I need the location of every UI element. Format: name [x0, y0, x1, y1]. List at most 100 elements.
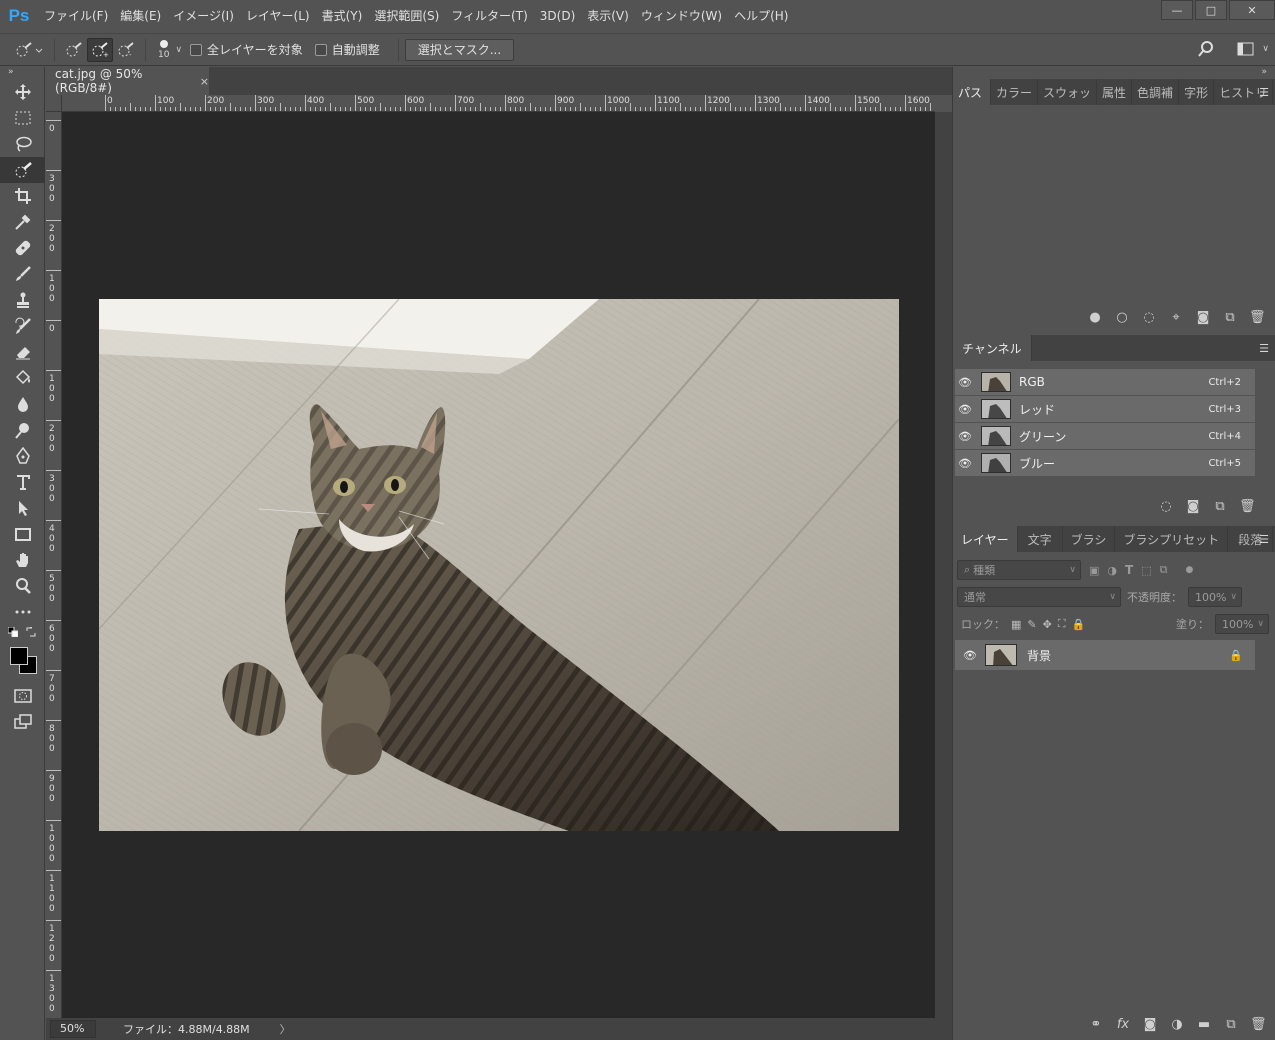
tab-swatches[interactable]: スウォッ: [1038, 79, 1098, 105]
horizontal-ruler[interactable]: 0 100 200 300 400 500 600 700 800 900 1000 1100 1200…: [62, 95, 935, 112]
shape-filter-icon[interactable]: ⬚: [1141, 564, 1151, 577]
channel-row-green[interactable]: 👁 グリーン Ctrl+4: [955, 423, 1255, 449]
menu-file[interactable]: ファイル(F): [38, 0, 114, 32]
edit-toolbar-button[interactable]: [0, 599, 45, 625]
load-channel-selection-icon[interactable]: ◌: [1158, 499, 1174, 514]
layer-style-fx-icon[interactable]: fx: [1115, 1017, 1131, 1032]
close-document-icon[interactable]: ×: [200, 75, 209, 88]
swap-colors-icon[interactable]: [26, 627, 36, 637]
blend-mode-select[interactable]: 通常 ∨: [957, 587, 1121, 607]
eye-icon[interactable]: 👁: [955, 649, 985, 662]
search-icon[interactable]: [1197, 40, 1215, 61]
close-window-button[interactable]: ✕: [1229, 0, 1275, 20]
toolbar-grip-icon[interactable]: »: [0, 67, 44, 79]
tab-channels[interactable]: チャンネル: [953, 335, 1032, 361]
path-selection-tool[interactable]: [0, 495, 45, 521]
tab-properties[interactable]: 属性: [1097, 79, 1133, 105]
subtract-from-selection-brush-button[interactable]: -: [113, 38, 139, 62]
auto-enhance-option[interactable]: 自動調整: [314, 41, 380, 58]
tool-preset-picker[interactable]: [10, 38, 48, 62]
lock-all-icon[interactable]: 🔒: [1072, 618, 1086, 631]
vertical-scrollbar[interactable]: [935, 112, 952, 1018]
menu-help[interactable]: ヘルプ(H): [728, 0, 794, 32]
lock-artboard-icon[interactable]: ⛶: [1058, 617, 1066, 631]
quick-selection-tool[interactable]: [0, 157, 45, 183]
delete-path-icon[interactable]: 🗑: [1249, 310, 1266, 325]
tab-glyphs[interactable]: 字形: [1179, 79, 1215, 105]
delete-layer-icon[interactable]: 🗑: [1250, 1017, 1267, 1032]
document-tab[interactable]: cat.jpg @ 50% (RGB/8#) ×: [46, 67, 209, 95]
chevron-down-icon[interactable]: ∨: [175, 45, 182, 55]
eraser-tool[interactable]: [0, 339, 45, 365]
zoom-level-field[interactable]: 50%: [50, 1020, 96, 1038]
tab-layers[interactable]: レイヤー: [953, 526, 1018, 552]
brush-tool[interactable]: [0, 261, 45, 287]
tab-character[interactable]: 文字: [1018, 526, 1063, 552]
menu-3d[interactable]: 3D(D): [534, 0, 581, 32]
vertical-ruler[interactable]: 0 300 200 100 0 100 200 300 400 500 600 700 800 900 10…: [46, 112, 62, 1018]
dock-grip-icon[interactable]: »: [953, 67, 1275, 79]
tab-adjustments[interactable]: 色調補: [1132, 79, 1180, 105]
default-colors-icon[interactable]: [8, 627, 18, 637]
select-and-mask-button[interactable]: 選択とマスク...: [404, 38, 515, 61]
new-selection-brush-button[interactable]: [61, 38, 87, 62]
new-layer-icon[interactable]: ⧉: [1223, 1017, 1239, 1032]
menu-filter[interactable]: フィルター(T): [445, 0, 533, 32]
pen-tool[interactable]: [0, 443, 45, 469]
move-tool[interactable]: [0, 79, 45, 105]
stroke-path-icon[interactable]: ○: [1114, 310, 1130, 325]
load-selection-icon[interactable]: ◌: [1141, 310, 1157, 325]
zoom-tool[interactable]: [0, 573, 45, 599]
tab-color[interactable]: カラー: [991, 79, 1039, 105]
history-brush-tool[interactable]: [0, 313, 45, 339]
tab-brush[interactable]: ブラシ: [1063, 526, 1116, 552]
workspace-icon[interactable]: [1237, 42, 1255, 59]
channel-row-red[interactable]: 👁 レッド Ctrl+3: [955, 396, 1255, 422]
rectangle-tool[interactable]: [0, 521, 45, 547]
filter-toggle-icon[interactable]: ●: [1185, 565, 1193, 575]
opacity-field[interactable]: 100% ∨: [1188, 587, 1242, 607]
link-layers-icon[interactable]: ⚭: [1088, 1017, 1104, 1032]
dodge-tool[interactable]: [0, 417, 45, 443]
menu-view[interactable]: 表示(V): [581, 0, 635, 32]
marquee-tool[interactable]: [0, 105, 45, 131]
new-adjustment-layer-icon[interactable]: ◑: [1169, 1017, 1185, 1032]
tab-paths[interactable]: パス: [953, 79, 991, 105]
fill-field[interactable]: 100% ∨: [1215, 614, 1269, 634]
quick-mask-button[interactable]: [0, 683, 45, 709]
tab-brush-presets[interactable]: ブラシプリセット: [1115, 526, 1229, 552]
blur-tool[interactable]: [0, 391, 45, 417]
foreground-color-swatch[interactable]: [10, 647, 28, 665]
add-mask-icon[interactable]: ◙: [1195, 310, 1211, 325]
layers-menu-icon[interactable]: ☰: [1259, 533, 1269, 546]
lasso-tool[interactable]: [0, 131, 45, 157]
crop-tool[interactable]: [0, 183, 45, 209]
pixel-filter-icon[interactable]: ▣: [1089, 564, 1099, 577]
panel-menu-icon[interactable]: ☰: [1259, 86, 1269, 99]
status-menu-arrow-icon[interactable]: 〉: [280, 1021, 291, 1037]
new-path-icon[interactable]: ⧉: [1222, 310, 1238, 325]
work-path-icon[interactable]: ⌖: [1168, 310, 1184, 325]
cat-photo[interactable]: [99, 299, 899, 831]
canvas-area[interactable]: [62, 112, 935, 1018]
type-filter-icon[interactable]: T: [1125, 563, 1133, 577]
menu-layer[interactable]: レイヤー(L): [240, 0, 316, 32]
menu-image[interactable]: イメージ(I): [167, 0, 240, 32]
menu-select[interactable]: 選択範囲(S): [368, 0, 445, 32]
save-selection-channel-icon[interactable]: ◙: [1185, 499, 1201, 514]
eye-icon[interactable]: 👁: [955, 376, 975, 389]
brush-size-picker[interactable]: 10: [158, 39, 169, 60]
adjustment-filter-icon[interactable]: ◑: [1107, 564, 1117, 577]
add-to-selection-brush-button[interactable]: +: [87, 37, 113, 62]
paint-bucket-tool[interactable]: [0, 365, 45, 391]
delete-channel-icon[interactable]: 🗑: [1239, 499, 1256, 514]
lock-transparency-icon[interactable]: ▦: [1011, 618, 1021, 631]
menu-type[interactable]: 書式(Y): [316, 0, 369, 32]
auto-enhance-checkbox[interactable]: [314, 43, 327, 56]
new-group-folder-icon[interactable]: ▬: [1196, 1017, 1212, 1032]
lock-position-icon[interactable]: ✥: [1043, 618, 1052, 631]
menu-window[interactable]: ウィンドウ(W): [635, 0, 728, 32]
eye-icon[interactable]: 👁: [955, 403, 975, 416]
new-channel-icon[interactable]: ⧉: [1212, 499, 1228, 514]
eye-icon[interactable]: 👁: [955, 430, 975, 443]
